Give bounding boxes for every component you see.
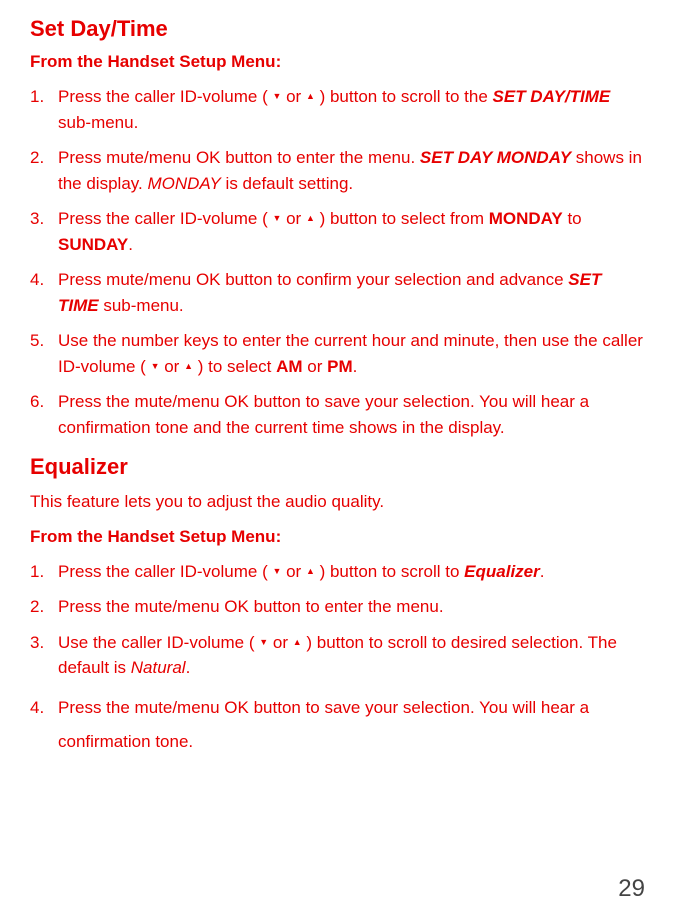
text: . [128, 235, 133, 254]
up-arrow-icon: ▲ [184, 362, 193, 371]
list-item: 2. Press mute/menu OK button to enter th… [30, 145, 645, 196]
text: . [540, 562, 545, 581]
up-arrow-icon: ▲ [306, 567, 315, 576]
text: or [281, 209, 306, 228]
page-number: 29 [618, 875, 645, 903]
list-number: 2. [30, 594, 44, 620]
subheading-handset-menu-2: From the Handset Setup Menu: [30, 527, 645, 547]
text: to [563, 209, 582, 228]
text: sub-menu. [58, 113, 138, 132]
up-arrow-icon: ▲ [293, 638, 302, 647]
down-arrow-icon: ▼ [272, 214, 281, 223]
text: Press the caller ID-volume ( [58, 87, 272, 106]
text: or [303, 357, 328, 376]
list-number: 1. [30, 84, 44, 110]
text-bold: MONDAY [489, 209, 563, 228]
text: Press the mute/menu OK button to save yo… [58, 698, 589, 751]
text: Press the caller ID-volume ( [58, 209, 272, 228]
list-number: 4. [30, 691, 44, 725]
text: or [281, 562, 306, 581]
text: Press mute/menu OK button to enter the m… [58, 148, 420, 167]
list-number: 1. [30, 559, 44, 585]
text: ) button to scroll to [315, 562, 464, 581]
up-arrow-icon: ▲ [306, 92, 315, 101]
heading-set-day-time: Set Day/Time [30, 16, 645, 42]
text: sub-menu. [99, 296, 184, 315]
text-bold: AM [276, 357, 302, 376]
heading-equalizer: Equalizer [30, 454, 645, 480]
text: Press the mute/menu OK button to enter t… [58, 597, 444, 616]
up-arrow-icon: ▲ [306, 214, 315, 223]
text: Press the caller ID-volume ( [58, 562, 272, 581]
list-item: 3. Use the caller ID-volume ( ▼ or ▲ ) b… [30, 630, 645, 681]
text: Use the caller ID-volume ( [58, 633, 259, 652]
text-italic: Natural [131, 658, 186, 677]
list-number: 3. [30, 206, 44, 232]
text: Press mute/menu OK button to confirm you… [58, 270, 568, 289]
text: . [353, 357, 358, 376]
text: is default setting. [221, 174, 353, 193]
down-arrow-icon: ▼ [272, 92, 281, 101]
list-number: 5. [30, 328, 44, 354]
list-number: 6. [30, 389, 44, 415]
list-item: 2. Press the mute/menu OK button to ente… [30, 594, 645, 620]
list-item: 6. Press the mute/menu OK button to save… [30, 389, 645, 440]
text-bold-italic: SET DAY/TIME [493, 87, 611, 106]
list-number: 2. [30, 145, 44, 171]
list-number: 3. [30, 630, 44, 656]
down-arrow-icon: ▼ [272, 567, 281, 576]
text-bold: SUNDAY [58, 235, 128, 254]
list-item: 3. Press the caller ID-volume ( ▼ or ▲ )… [30, 206, 645, 257]
list-item: 4. Press mute/menu OK button to confirm … [30, 267, 645, 318]
text: ) button to select from [315, 209, 489, 228]
text: ) button to scroll to the [315, 87, 493, 106]
down-arrow-icon: ▼ [151, 362, 160, 371]
list-item: 5. Use the number keys to enter the curr… [30, 328, 645, 379]
list-equalizer: 1. Press the caller ID-volume ( ▼ or ▲ )… [30, 559, 645, 759]
list-item: 1. Press the caller ID-volume ( ▼ or ▲ )… [30, 559, 645, 585]
text-bold-italic: Equalizer [464, 562, 540, 581]
down-arrow-icon: ▼ [259, 638, 268, 647]
text: ) to select [193, 357, 276, 376]
subheading-handset-menu-1: From the Handset Setup Menu: [30, 52, 645, 72]
text-bold-italic: SET DAY MONDAY [420, 148, 571, 167]
text: Press the mute/menu OK button to save yo… [58, 392, 589, 437]
text: or [268, 633, 293, 652]
list-set-day-time: 1. Press the caller ID-volume ( ▼ or ▲ )… [30, 84, 645, 440]
list-item: 1. Press the caller ID-volume ( ▼ or ▲ )… [30, 84, 645, 135]
intro-equalizer: This feature lets you to adjust the audi… [30, 490, 645, 515]
text-bold: PM [327, 357, 353, 376]
list-item: 4. Press the mute/menu OK button to save… [30, 691, 645, 759]
text-italic: MONDAY [147, 174, 220, 193]
text: or [281, 87, 306, 106]
text: or [160, 357, 185, 376]
list-number: 4. [30, 267, 44, 293]
text: . [186, 658, 191, 677]
